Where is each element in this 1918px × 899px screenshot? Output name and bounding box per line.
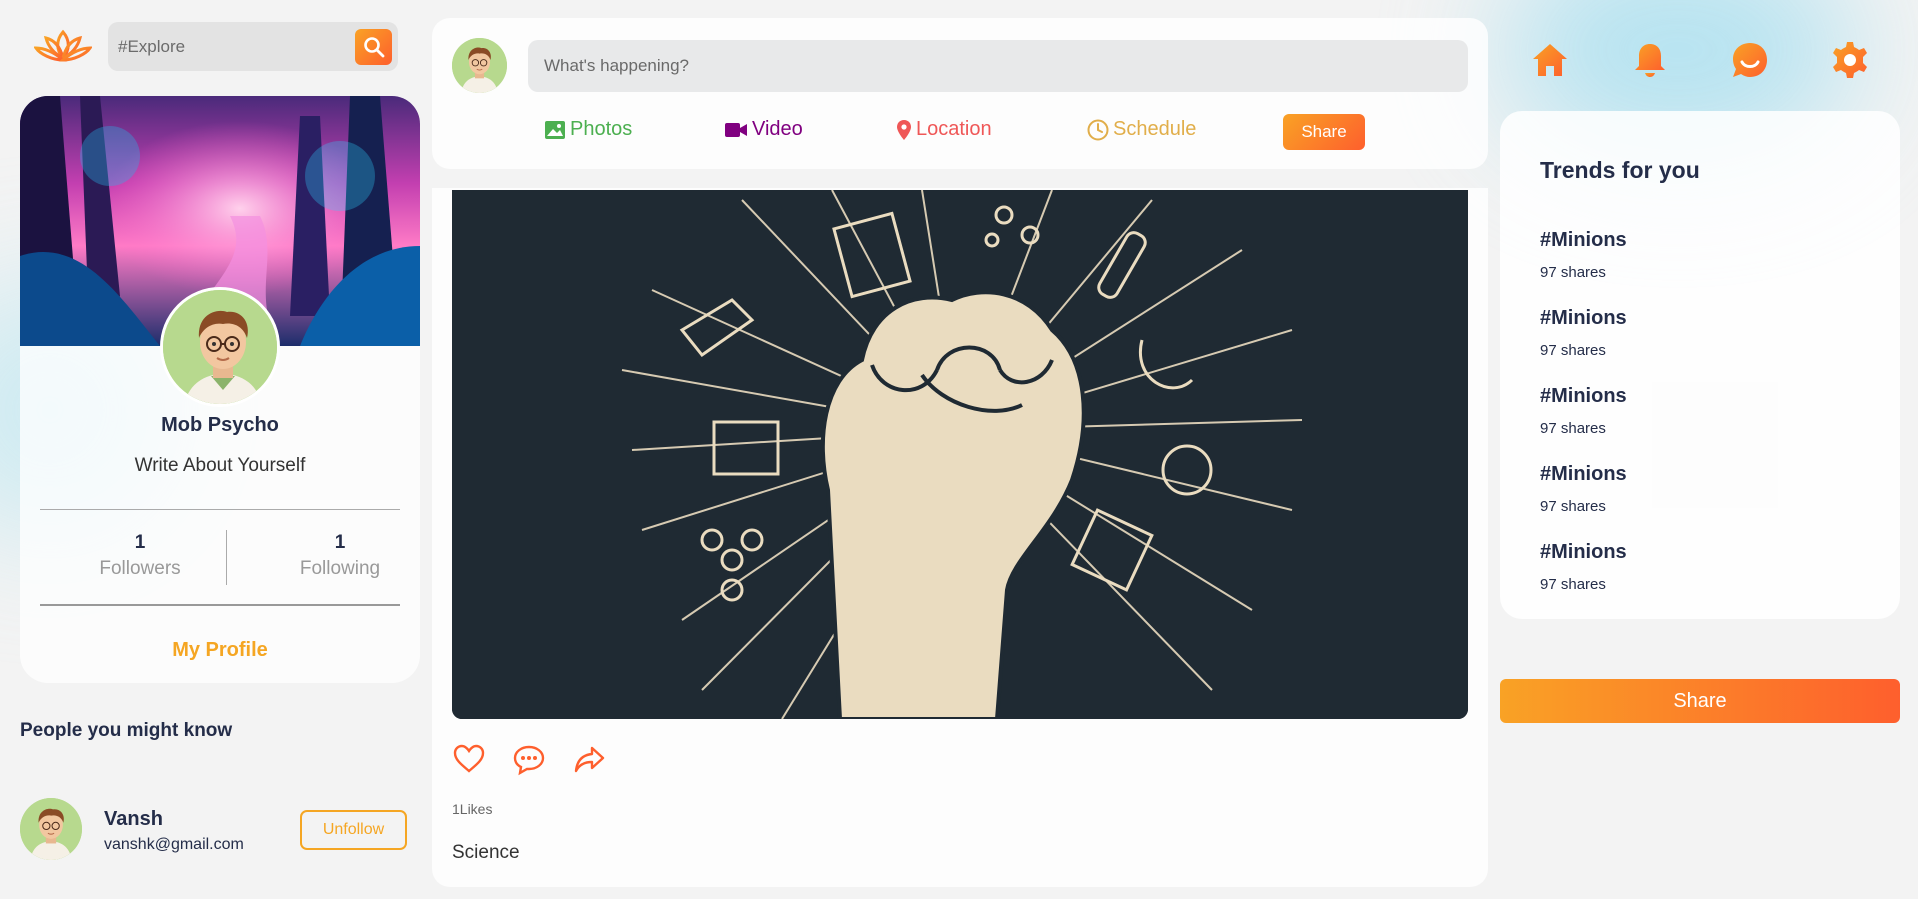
video-option[interactable]: Video: [724, 118, 803, 141]
person-name: Vansh: [104, 808, 163, 830]
profile-name: Mob Psycho: [161, 414, 279, 436]
status-input[interactable]: [528, 40, 1468, 92]
like-heart-icon[interactable]: [452, 742, 486, 776]
search-input[interactable]: [118, 36, 348, 57]
trend-tag: #Minions: [1540, 307, 1627, 329]
raised-fist-science-illustration: [452, 190, 1468, 719]
unfollow-button[interactable]: Unfollow: [300, 810, 407, 850]
photo-icon: [545, 120, 565, 139]
schedule-option[interactable]: Schedule: [1087, 118, 1196, 141]
search-bar: [108, 22, 398, 71]
video-icon: [725, 122, 747, 137]
post-description: Science: [452, 842, 520, 863]
trend-item[interactable]: #Minions 97 shares: [1540, 541, 1627, 593]
trends-title: Trends for you: [1540, 157, 1700, 183]
avatar-image: [452, 38, 507, 93]
schedule-label: Schedule: [1113, 118, 1197, 140]
search-icon: [363, 37, 384, 58]
clock-icon: [1087, 119, 1109, 140]
profile-avatar[interactable]: [160, 287, 280, 407]
divider: [226, 530, 227, 585]
photos-label: Photos: [570, 118, 633, 140]
post-card: 1Likes Science: [432, 188, 1488, 887]
divider: [40, 509, 400, 510]
comment-icon[interactable]: [512, 742, 546, 776]
trend-tag: #Minions: [1540, 229, 1627, 251]
trend-item[interactable]: #Minions 97 shares: [1540, 385, 1627, 437]
avatar[interactable]: [20, 798, 82, 860]
video-label: Video: [752, 118, 803, 140]
people-you-might-know-title: People you might know: [20, 720, 233, 741]
profile-about: Write About Yourself: [134, 455, 306, 476]
post-image: [452, 190, 1468, 719]
share-arrow-icon[interactable]: [572, 742, 606, 776]
location-label: Location: [916, 118, 992, 140]
trend-item[interactable]: #Minions 97 shares: [1540, 229, 1627, 281]
followers-count: 1: [134, 532, 146, 553]
gear-icon[interactable]: [1830, 40, 1870, 80]
likes-count: 1Likes: [452, 801, 493, 817]
person-email: vanshk@gmail.com: [104, 836, 244, 853]
profile-card: Mob Psycho Write About Yourself 1 Follow…: [20, 96, 420, 683]
trend-shares: 97 shares: [1540, 420, 1606, 437]
chat-icon[interactable]: [1730, 40, 1770, 80]
following-stat: 1 Following: [240, 532, 420, 580]
lotus-logo-icon[interactable]: [34, 28, 92, 66]
photos-option[interactable]: Photos: [544, 118, 632, 141]
trend-tag: #Minions: [1540, 385, 1627, 407]
trend-item[interactable]: #Minions 97 shares: [1540, 307, 1627, 359]
following-label: Following: [299, 558, 381, 579]
bell-icon[interactable]: [1630, 40, 1670, 80]
trend-shares: 97 shares: [1540, 576, 1606, 593]
search-button[interactable]: [355, 29, 392, 65]
avatar-image: [20, 798, 82, 860]
following-count: 1: [334, 532, 346, 553]
trend-shares: 97 shares: [1540, 342, 1606, 359]
avatar[interactable]: [452, 38, 507, 93]
trend-shares: 97 shares: [1540, 264, 1606, 281]
trends-card: Trends for you #Minions 97 shares #Minio…: [1500, 111, 1900, 619]
followers-stat: 1 Followers: [40, 532, 240, 580]
trend-tag: #Minions: [1540, 463, 1627, 485]
my-profile-link[interactable]: My Profile: [20, 639, 420, 662]
avatar-image: [163, 290, 277, 404]
post-composer: Photos Video Location Schedule Share: [432, 18, 1488, 169]
home-icon[interactable]: [1530, 40, 1570, 80]
trend-tag: #Minions: [1540, 541, 1627, 563]
location-pin-icon: [897, 119, 911, 140]
trend-shares: 97 shares: [1540, 498, 1606, 515]
trend-item[interactable]: #Minions 97 shares: [1540, 463, 1627, 515]
share-button[interactable]: Share: [1500, 679, 1900, 723]
share-button[interactable]: Share: [1283, 114, 1365, 150]
divider: [40, 604, 400, 606]
location-option[interactable]: Location: [896, 118, 992, 141]
followers-label: Followers: [99, 558, 181, 579]
